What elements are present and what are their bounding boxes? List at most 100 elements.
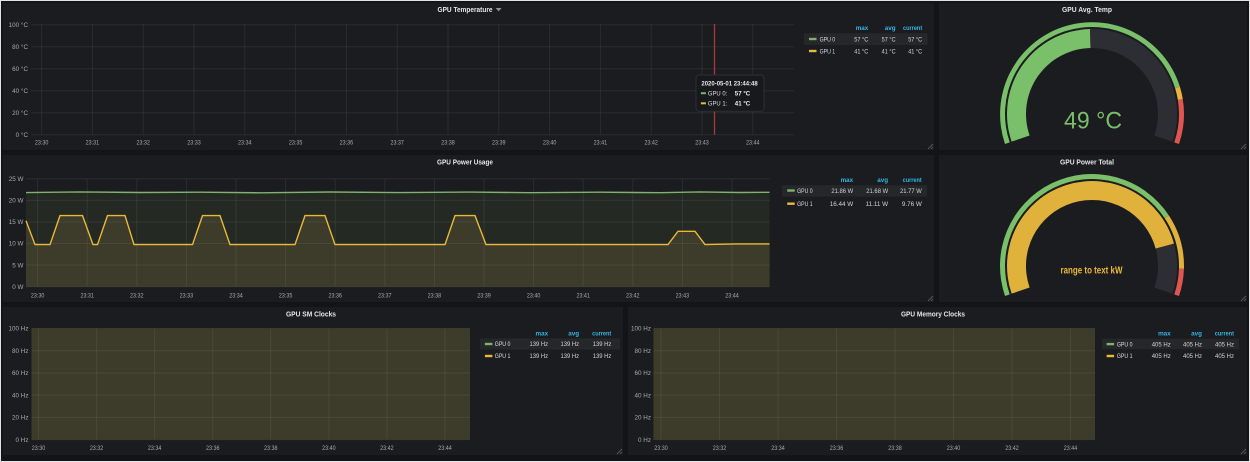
svg-text:23:32: 23:32 — [136, 140, 150, 147]
svg-text:21.86 W: 21.86 W — [831, 188, 853, 195]
svg-text:60 Hz: 60 Hz — [635, 370, 651, 377]
svg-text:23:30: 23:30 — [32, 445, 46, 452]
svg-text:GPU Temperature: GPU Temperature — [438, 5, 493, 14]
svg-text:23:42: 23:42 — [380, 445, 394, 452]
svg-text:avg: avg — [568, 330, 579, 337]
svg-text:25 W: 25 W — [9, 176, 24, 183]
svg-text:23:36: 23:36 — [340, 140, 354, 147]
svg-text:23:32: 23:32 — [130, 292, 144, 299]
svg-text:41 °C: 41 °C — [908, 47, 922, 55]
svg-text:23:36: 23:36 — [206, 445, 220, 452]
svg-text:GPU Power Usage: GPU Power Usage — [437, 157, 493, 166]
svg-text:405 Hz: 405 Hz — [1215, 353, 1234, 360]
svg-text:100 Hz: 100 Hz — [631, 326, 651, 333]
svg-text:23:42: 23:42 — [626, 292, 640, 299]
svg-text:0 °C: 0 °C — [16, 131, 29, 139]
svg-text:20 W: 20 W — [9, 198, 24, 205]
svg-text:current: current — [903, 25, 923, 32]
svg-text:23:43: 23:43 — [676, 292, 690, 299]
svg-text:GPU SM Clocks: GPU SM Clocks — [286, 309, 336, 318]
svg-text:23:34: 23:34 — [229, 292, 243, 299]
svg-text:GPU 0: GPU 0 — [1117, 341, 1133, 348]
svg-text:10 W: 10 W — [9, 241, 24, 248]
svg-text:15 W: 15 W — [9, 219, 24, 226]
svg-text:23:41: 23:41 — [576, 292, 590, 299]
svg-text:GPU 1: GPU 1 — [797, 201, 813, 208]
svg-text:23:38: 23:38 — [264, 445, 278, 452]
svg-text:139 Hz: 139 Hz — [561, 341, 580, 348]
svg-text:41 °C: 41 °C — [735, 100, 751, 108]
svg-text:23:31: 23:31 — [86, 140, 100, 147]
svg-text:23:34: 23:34 — [771, 445, 785, 452]
svg-text:current: current — [592, 330, 612, 337]
svg-text:5 W: 5 W — [12, 262, 23, 269]
svg-text:23:34: 23:34 — [238, 140, 252, 147]
svg-text:23:44: 23:44 — [1064, 445, 1078, 452]
svg-text:405 Hz: 405 Hz — [1183, 341, 1202, 348]
svg-text:139 Hz: 139 Hz — [561, 353, 580, 360]
svg-text:23:42: 23:42 — [644, 140, 658, 147]
svg-text:GPU 0: GPU 0 — [820, 36, 836, 43]
svg-text:20 Hz: 20 Hz — [635, 415, 651, 422]
svg-text:GPU Power Total: GPU Power Total — [1060, 157, 1114, 166]
svg-text:405 Hz: 405 Hz — [1183, 353, 1202, 360]
svg-text:57 °C: 57 °C — [908, 35, 922, 43]
svg-text:405 Hz: 405 Hz — [1152, 341, 1171, 348]
svg-text:max: max — [1158, 331, 1171, 338]
svg-text:23:38: 23:38 — [441, 140, 455, 147]
svg-text:41 °C: 41 °C — [882, 47, 896, 55]
svg-text:23:38: 23:38 — [428, 292, 442, 299]
svg-text:23:32: 23:32 — [713, 445, 727, 452]
svg-text:0 W: 0 W — [12, 284, 23, 291]
svg-text:23:39: 23:39 — [492, 140, 506, 147]
svg-text:23:31: 23:31 — [80, 292, 94, 299]
svg-text:16.44 W: 16.44 W — [830, 201, 854, 208]
svg-text:GPU 0:: GPU 0: — [708, 91, 728, 98]
svg-text:23:33: 23:33 — [187, 140, 201, 147]
svg-text:139 Hz: 139 Hz — [530, 353, 549, 360]
svg-text:23:35: 23:35 — [279, 292, 293, 299]
svg-text:9.76 W: 9.76 W — [902, 201, 922, 208]
svg-text:GPU Avg. Temp: GPU Avg. Temp — [1062, 5, 1112, 14]
svg-text:23:30: 23:30 — [35, 140, 49, 147]
svg-text:avg: avg — [885, 25, 896, 32]
svg-text:23:30: 23:30 — [654, 445, 668, 452]
svg-text:GPU 1: GPU 1 — [1117, 353, 1133, 360]
svg-text:avg: avg — [1191, 331, 1202, 338]
svg-text:range to text kW: range to text kW — [1061, 266, 1123, 277]
svg-text:max: max — [841, 177, 854, 184]
svg-text:21.77 W: 21.77 W — [900, 188, 922, 195]
svg-text:23:34: 23:34 — [148, 445, 162, 452]
svg-text:80 Hz: 80 Hz — [635, 348, 651, 355]
svg-text:60 °C: 60 °C — [12, 65, 28, 73]
svg-text:23:43: 23:43 — [695, 140, 709, 147]
svg-text:23:35: 23:35 — [289, 140, 303, 147]
svg-text:57 °C: 57 °C — [735, 90, 751, 98]
svg-text:0 Hz: 0 Hz — [638, 437, 651, 444]
svg-text:23:44: 23:44 — [746, 140, 760, 147]
svg-text:139 Hz: 139 Hz — [593, 341, 612, 348]
svg-text:GPU 1: GPU 1 — [820, 48, 836, 55]
svg-text:57 °C: 57 °C — [882, 35, 896, 43]
svg-text:2020-05-01 23:44:48: 2020-05-01 23:44:48 — [701, 81, 758, 88]
svg-text:40 Hz: 40 Hz — [635, 392, 651, 399]
svg-text:23:44: 23:44 — [438, 445, 452, 452]
svg-text:GPU 0: GPU 0 — [797, 188, 813, 195]
svg-text:20 Hz: 20 Hz — [12, 415, 28, 422]
svg-text:0 Hz: 0 Hz — [16, 437, 29, 444]
svg-text:23:33: 23:33 — [180, 292, 194, 299]
svg-text:23:41: 23:41 — [594, 140, 608, 147]
svg-text:23:36: 23:36 — [830, 445, 844, 452]
svg-text:23:37: 23:37 — [390, 140, 404, 147]
svg-text:80 Hz: 80 Hz — [12, 348, 28, 355]
svg-text:11.11 W: 11.11 W — [866, 201, 889, 208]
svg-text:100 °C: 100 °C — [9, 21, 29, 29]
svg-text:23:40: 23:40 — [322, 445, 336, 452]
svg-text:139 Hz: 139 Hz — [593, 353, 612, 360]
svg-text:80 °C: 80 °C — [12, 43, 28, 51]
svg-text:23:39: 23:39 — [477, 292, 491, 299]
svg-text:40 °C: 40 °C — [12, 87, 28, 95]
svg-text:23:30: 23:30 — [31, 292, 45, 299]
svg-text:23:42: 23:42 — [1005, 445, 1019, 452]
svg-text:23:38: 23:38 — [888, 445, 902, 452]
